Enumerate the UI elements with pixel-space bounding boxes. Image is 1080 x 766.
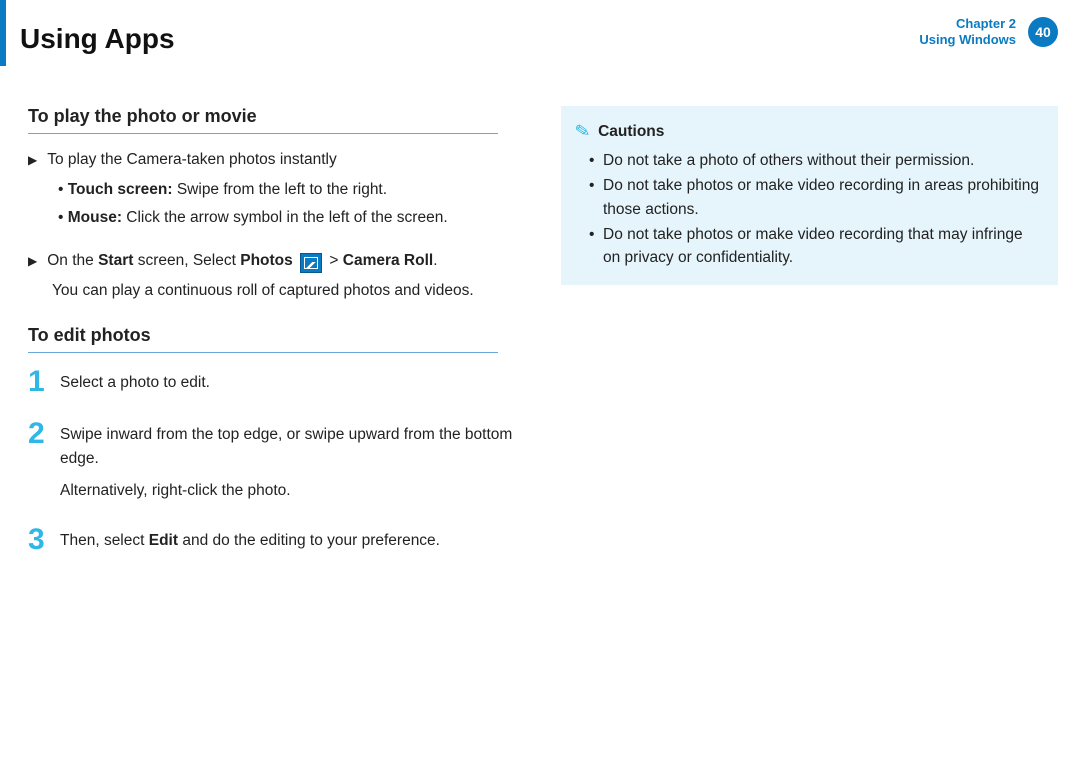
play-block-1: ▶ To play the Camera-taken photos instan… [28, 148, 525, 231]
accent-bar [0, 0, 6, 66]
cautions-title: Cautions [598, 120, 664, 143]
cautions-head: ✎ Cautions [575, 118, 1042, 145]
start-line: On the Start screen, Select Photos > Cam… [47, 249, 437, 273]
step-text: Select a photo to edit. [60, 371, 210, 395]
triangle-icon: ▶ [28, 151, 37, 170]
page-title: Using Apps [20, 23, 175, 55]
mouse-label: Mouse: [68, 209, 122, 226]
mouse-text: Click the arrow symbol in the left of th… [122, 209, 448, 226]
start-mid: screen, Select [133, 252, 240, 269]
left-column: To play the photo or movie ▶ To play the… [28, 106, 525, 577]
chapter-line-1: Chapter 2 [919, 16, 1016, 32]
touch-bullet: Touch screen: Swipe from the left to the… [28, 178, 525, 203]
page-header: Using Apps Chapter 2 Using Windows 40 [0, 0, 1080, 76]
step-body: Swipe inward from the top edge, or swipe… [60, 419, 525, 503]
start-gt: > [325, 252, 343, 269]
step3-bold: Edit [149, 532, 178, 549]
section-play-title: To play the photo or movie [28, 106, 498, 134]
mouse-bullet: Mouse: Click the arrow symbol in the lef… [28, 206, 525, 231]
step-number: 3 [28, 525, 46, 555]
start-bold2: Photos [240, 252, 293, 269]
play-intro-text: To play the Camera-taken photos instantl… [47, 148, 337, 172]
cautions-box: ✎ Cautions Do not take a photo of others… [561, 106, 1058, 285]
content-columns: To play the photo or movie ▶ To play the… [0, 76, 1080, 577]
start-bold3: Camera Roll [343, 252, 433, 269]
title-wrap: Using Apps [0, 18, 175, 66]
step-number: 2 [28, 419, 46, 449]
start-bold1: Start [98, 252, 133, 269]
step-text: Then, select Edit and do the editing to … [60, 529, 440, 553]
pointer-row: ▶ On the Start screen, Select Photos > C… [28, 249, 525, 273]
start-desc: You can play a continuous roll of captur… [28, 279, 525, 303]
touch-text: Swipe from the left to the right. [173, 181, 388, 198]
start-period: . [433, 252, 437, 269]
chapter-text: Chapter 2 Using Windows [919, 16, 1016, 49]
caution-item: Do not take a photo of others without th… [603, 149, 1042, 172]
chapter-block: Chapter 2 Using Windows 40 [919, 16, 1058, 49]
step-1: 1 Select a photo to edit. [28, 367, 525, 397]
caution-item: Do not take photos or make video recordi… [603, 223, 1042, 270]
photos-app-icon [300, 253, 322, 273]
step-text: Alternatively, right-click the photo. [60, 479, 525, 503]
page-number-badge: 40 [1028, 17, 1058, 47]
start-prefix: On the [47, 252, 98, 269]
step3-suffix: and do the editing to your preference. [178, 532, 440, 549]
step-3: 3 Then, select Edit and do the editing t… [28, 525, 525, 555]
step-body: Then, select Edit and do the editing to … [60, 525, 440, 553]
section-edit-title: To edit photos [28, 325, 498, 353]
triangle-icon: ▶ [28, 252, 37, 271]
pointer-row: ▶ To play the Camera-taken photos instan… [28, 148, 525, 172]
step3-prefix: Then, select [60, 532, 149, 549]
step-number: 1 [28, 367, 46, 397]
step-text: Swipe inward from the top edge, or swipe… [60, 423, 525, 471]
caution-item: Do not take photos or make video recordi… [603, 174, 1042, 221]
right-column: ✎ Cautions Do not take a photo of others… [561, 106, 1058, 577]
play-block-2: ▶ On the Start screen, Select Photos > C… [28, 249, 525, 303]
cautions-list: Do not take a photo of others without th… [575, 149, 1042, 269]
note-icon: ✎ [573, 117, 593, 146]
chapter-line-2: Using Windows [919, 32, 1016, 48]
step-body: Select a photo to edit. [60, 367, 210, 395]
touch-label: Touch screen: [68, 181, 173, 198]
step-2: 2 Swipe inward from the top edge, or swi… [28, 419, 525, 503]
